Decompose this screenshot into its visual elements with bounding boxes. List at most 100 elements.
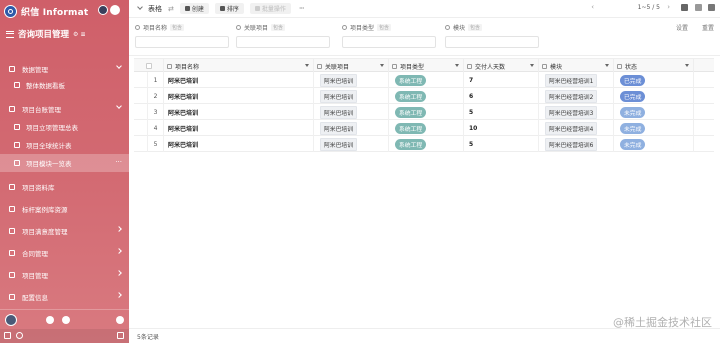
module-link[interactable]: 阿米巴经营培训6 xyxy=(545,137,598,151)
cell-project[interactable]: 阿米巴培训 xyxy=(314,136,389,152)
user-add-icon[interactable] xyxy=(116,316,124,324)
project-link[interactable]: 阿米巴培训 xyxy=(320,137,357,151)
module-link[interactable]: 阿米巴经营培训1 xyxy=(545,73,598,87)
module-link[interactable]: 阿米巴经营培训4 xyxy=(545,121,598,135)
cell-module[interactable]: 阿米巴经营培训3 xyxy=(539,104,614,120)
row-select-cell[interactable] xyxy=(134,136,148,152)
sidebar-item-3[interactable]: 项目立项管理总表 xyxy=(0,118,129,136)
sidebar-item-2[interactable]: 项目台账管理 xyxy=(0,100,129,118)
filter-operator[interactable]: 包含 xyxy=(468,24,483,31)
chevron-right-icon[interactable] xyxy=(116,270,122,276)
cell-type[interactable]: 系统工程 xyxy=(389,136,464,152)
cell-status[interactable]: 已完成 xyxy=(614,88,694,104)
filter-operator[interactable]: 包含 xyxy=(377,24,392,31)
cell-name[interactable]: 阿米巴培训 xyxy=(164,72,314,88)
help-icon[interactable] xyxy=(62,316,70,324)
cell-name[interactable]: 阿米巴培训 xyxy=(164,120,314,136)
sort-button[interactable]: 排序 xyxy=(214,3,244,14)
cell-project[interactable]: 阿米巴培训 xyxy=(314,104,389,120)
cell-days[interactable]: 5 xyxy=(464,136,539,152)
filter-input[interactable] xyxy=(342,36,436,48)
chevron-down-icon[interactable] xyxy=(116,103,122,109)
table-row[interactable]: 2 阿米巴培训 阿米巴培训 系统工程 6 阿米巴经营培训2 已完成 xyxy=(134,88,714,104)
star-icon[interactable] xyxy=(681,4,688,11)
batch-button[interactable]: 批量操作 xyxy=(249,3,291,14)
view-title[interactable]: 表格 xyxy=(148,4,162,14)
search-icon[interactable] xyxy=(16,332,23,339)
cell-days[interactable]: 5 xyxy=(464,104,539,120)
sidebar-item-11[interactable]: 配置信息 xyxy=(0,288,129,306)
project-link[interactable]: 阿米巴培训 xyxy=(320,121,357,135)
sidebar-item-9[interactable]: 合同管理 xyxy=(0,244,129,262)
cell-name[interactable]: 阿米巴培训 xyxy=(164,136,314,152)
collapse-icon[interactable] xyxy=(117,332,124,339)
cell-type[interactable]: 系统工程 xyxy=(389,104,464,120)
module-link[interactable]: 阿米巴经营培训3 xyxy=(545,105,598,119)
cell-status[interactable]: 未完成 xyxy=(614,136,694,152)
column-header-0[interactable]: 项目名称 xyxy=(164,59,314,73)
chevron-right-icon[interactable] xyxy=(116,226,122,232)
more-icon[interactable]: ··· xyxy=(299,4,305,13)
caret-down-icon[interactable] xyxy=(380,64,384,67)
module-link[interactable]: 阿米巴经营培训2 xyxy=(545,89,598,103)
column-header-1[interactable]: 关联项目 xyxy=(314,59,389,73)
cell-name[interactable]: 阿米巴培训 xyxy=(164,104,314,120)
sidebar-item-7[interactable]: 标杆案例库资源 xyxy=(0,200,129,218)
caret-down-icon[interactable] xyxy=(530,64,534,67)
row-select-cell[interactable] xyxy=(134,72,148,88)
filter-input[interactable] xyxy=(445,36,539,48)
switch-view-icon[interactable]: ⇄ xyxy=(168,5,174,13)
fullscreen-icon[interactable] xyxy=(695,4,702,11)
cell-name[interactable]: 阿米巴培训 xyxy=(164,88,314,104)
cell-type[interactable]: 系统工程 xyxy=(389,88,464,104)
menu-icon[interactable] xyxy=(6,30,14,38)
workspace-settings-icon[interactable]: ⚙ ≡ xyxy=(73,31,86,38)
filter-input[interactable] xyxy=(236,36,330,48)
cell-status[interactable]: 已完成 xyxy=(614,72,694,88)
filter-settings-button[interactable]: 设置 xyxy=(676,23,688,32)
cell-module[interactable]: 阿米巴经营培训1 xyxy=(539,72,614,88)
next-page-icon[interactable]: › xyxy=(667,3,670,11)
select-all-checkbox[interactable] xyxy=(145,63,152,69)
cell-days[interactable]: 10 xyxy=(464,120,539,136)
cell-days[interactable]: 7 xyxy=(464,72,539,88)
row-select-cell[interactable] xyxy=(134,120,148,136)
filter-input[interactable] xyxy=(135,36,229,48)
chevron-down-icon[interactable] xyxy=(137,4,143,10)
row-select-cell[interactable] xyxy=(134,104,148,120)
sidebar-item-1[interactable]: 整体数据看板 xyxy=(0,76,129,94)
add-icon[interactable] xyxy=(110,5,120,15)
column-header-2[interactable]: 项目类型 xyxy=(389,59,464,73)
more-icon[interactable]: ··· xyxy=(115,158,122,166)
table-row[interactable]: 5 阿米巴培训 阿米巴培训 系统工程 5 阿米巴经营培训6 未完成 xyxy=(134,136,714,152)
table-row[interactable]: 4 阿米巴培训 阿米巴培训 系统工程 10 阿米巴经营培训4 未完成 xyxy=(134,120,714,136)
caret-down-icon[interactable] xyxy=(455,64,459,67)
notification-icon[interactable] xyxy=(46,316,54,324)
cell-type[interactable]: 系统工程 xyxy=(389,120,464,136)
avatar[interactable] xyxy=(5,313,17,326)
caret-down-icon[interactable] xyxy=(605,64,609,67)
select-all-cell[interactable] xyxy=(134,59,164,73)
grid-icon[interactable] xyxy=(4,332,11,339)
settings-icon[interactable] xyxy=(708,4,715,11)
filter-operator[interactable]: 包含 xyxy=(271,24,286,31)
cell-module[interactable]: 阿米巴经营培训4 xyxy=(539,120,614,136)
project-link[interactable]: 阿米巴培训 xyxy=(320,105,357,119)
cell-module[interactable]: 阿米巴经营培训2 xyxy=(539,88,614,104)
cell-project[interactable]: 阿米巴培训 xyxy=(314,72,389,88)
column-header-4[interactable]: 模块 xyxy=(539,59,614,73)
filter-operator[interactable]: 包含 xyxy=(170,24,185,31)
cell-module[interactable]: 阿米巴经营培训6 xyxy=(539,136,614,152)
prev-page-icon[interactable]: ‹ xyxy=(591,3,594,11)
sidebar-item-8[interactable]: 项目满意度管理 xyxy=(0,222,129,240)
cell-status[interactable]: 未完成 xyxy=(614,104,694,120)
sidebar-item-5[interactable]: 项目模块一览表 ··· xyxy=(0,154,129,172)
cell-type[interactable]: 系统工程 xyxy=(389,72,464,88)
cell-project[interactable]: 阿米巴培训 xyxy=(314,120,389,136)
caret-down-icon[interactable] xyxy=(305,64,309,67)
sidebar-item-10[interactable]: 项目管理 xyxy=(0,266,129,284)
table-row[interactable]: 3 阿米巴培训 阿米巴培训 系统工程 5 阿米巴经营培训3 未完成 xyxy=(134,104,714,120)
row-select-cell[interactable] xyxy=(134,88,148,104)
create-button[interactable]: 创建 xyxy=(179,3,209,14)
project-link[interactable]: 阿米巴培训 xyxy=(320,73,357,87)
